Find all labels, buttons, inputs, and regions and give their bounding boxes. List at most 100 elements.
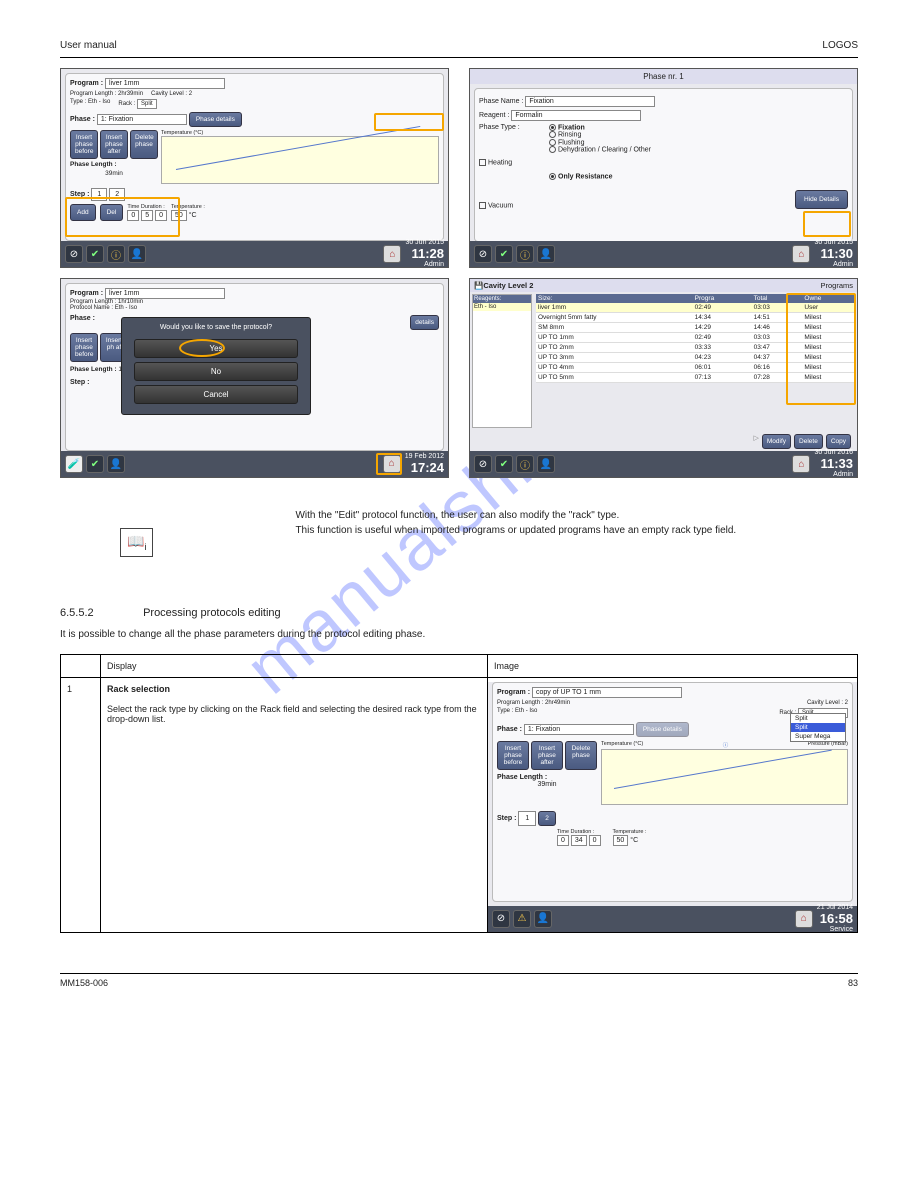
rack-opt-split[interactable]: Split xyxy=(791,714,845,723)
reagent-select[interactable]: Formalin xyxy=(511,110,641,121)
note-line-2: This function is useful when imported pr… xyxy=(295,523,736,538)
table-row[interactable]: UP TO 4mm06:0106:16Milest xyxy=(536,363,855,373)
col-owner[interactable]: Owne xyxy=(802,294,855,303)
delete-phase-button[interactable]: Delete phase xyxy=(130,130,158,159)
delete-phase-button[interactable]: Delete phase xyxy=(565,741,597,770)
insert-phase-after-button[interactable]: Insert phase after xyxy=(531,741,563,770)
user-icon[interactable]: 👤 xyxy=(107,455,125,473)
opt-dehydration: Dehydration / Clearing / Other xyxy=(558,146,651,153)
col-program[interactable]: Progra xyxy=(693,294,752,303)
info-icon[interactable]: ⓘ xyxy=(516,455,534,473)
programs-table: Size: Progra Total Owne liver 1mm02:4903… xyxy=(536,294,855,383)
home-icon[interactable]: ⌂ xyxy=(792,455,810,473)
phase-select[interactable]: 1: Fixation xyxy=(97,114,187,125)
header-left: User manual xyxy=(60,40,117,51)
dur-m[interactable]: 34 xyxy=(571,835,587,846)
heating-checkbox[interactable] xyxy=(479,159,486,166)
dur-s[interactable]: 0 xyxy=(589,835,601,846)
user-icon[interactable]: 👤 xyxy=(534,910,552,928)
step-label: Step : xyxy=(70,191,89,198)
radio-dehydration[interactable] xyxy=(549,146,556,153)
dur-s[interactable]: 0 xyxy=(155,210,167,221)
table-row[interactable]: UP TO 3mm04:2304:37Milest xyxy=(536,353,855,363)
dur-m[interactable]: 5 xyxy=(141,210,153,221)
cancel-icon[interactable]: ⊘ xyxy=(474,455,492,473)
rack-opt-split-sel[interactable]: Split xyxy=(791,723,845,732)
cavity-value: 2 xyxy=(189,91,192,97)
save-icon[interactable]: ✔ xyxy=(495,245,513,263)
reagent-eth-iso[interactable]: Eth - Iso xyxy=(473,303,531,311)
temp-input[interactable]: 50 xyxy=(171,210,187,221)
cavity-value: 2 xyxy=(845,700,848,706)
user-icon[interactable]: 👤 xyxy=(537,455,555,473)
cancel-icon[interactable]: ⊘ xyxy=(474,245,492,263)
table-row[interactable]: UP TO 1mm02:4903:03Milest xyxy=(536,333,855,343)
col-size[interactable]: Size: xyxy=(536,294,693,303)
program-name-input[interactable]: liver 1mm xyxy=(105,288,225,299)
user-icon[interactable]: 👤 xyxy=(537,245,555,263)
phase-details-button[interactable]: Phase details xyxy=(189,112,242,127)
cancel-icon[interactable]: ⊘ xyxy=(492,910,510,928)
vacuum-checkbox[interactable] xyxy=(479,202,486,209)
home-icon[interactable]: ⌂ xyxy=(383,455,401,473)
col-total[interactable]: Total xyxy=(752,294,803,303)
cavity-title: Cavity Level 2 xyxy=(483,281,533,290)
step-2-button[interactable]: 2 xyxy=(538,811,556,826)
save-icon[interactable]: ✔ xyxy=(86,245,104,263)
home-icon[interactable]: ⌂ xyxy=(383,245,401,263)
yes-button[interactable]: Yes xyxy=(134,339,298,358)
temp-input[interactable]: 50 xyxy=(613,835,629,846)
insert-phase-after-button[interactable]: Insert phase after xyxy=(100,130,128,159)
add-button[interactable]: Add xyxy=(70,204,96,221)
no-button[interactable]: No xyxy=(134,362,298,381)
info-icon[interactable]: ⓘ xyxy=(516,245,534,263)
program-name-input[interactable]: liver 1mm xyxy=(105,78,225,89)
phase-select[interactable]: 1: Fixation xyxy=(524,724,634,735)
modify-button[interactable]: Modify xyxy=(762,434,791,449)
cancel-button[interactable]: Cancel xyxy=(134,385,298,404)
programs-title: Programs xyxy=(820,281,853,290)
table-row[interactable]: UP TO 2mm03:3303:47Milest xyxy=(536,343,855,353)
table-row[interactable]: liver 1mm02:4903:03User xyxy=(536,303,855,313)
dur-h[interactable]: 0 xyxy=(557,835,569,846)
save-icon[interactable]: ✔ xyxy=(495,455,513,473)
radio-only-resistance[interactable] xyxy=(549,173,556,180)
rack-opt-super-mega[interactable]: Super Mega xyxy=(791,732,845,741)
program-label: Program : xyxy=(70,80,103,87)
delete-button[interactable]: Delete xyxy=(794,434,823,449)
home-icon[interactable]: ⌂ xyxy=(792,245,810,263)
nav-prev-icon[interactable]: ▷ xyxy=(753,434,758,449)
cup-icon[interactable]: 🧪 xyxy=(65,455,83,473)
cancel-icon[interactable]: ⊘ xyxy=(65,245,83,263)
table-row[interactable]: SM 8mm14:2914:46Milest xyxy=(536,323,855,333)
radio-rinsing[interactable] xyxy=(549,131,556,138)
alert-icon[interactable]: ⚠ xyxy=(513,910,531,928)
rack-dropdown-list[interactable]: Split Split Super Mega xyxy=(790,713,846,742)
user-icon[interactable]: 👤 xyxy=(128,245,146,263)
status-bar: 🧪 ✔ 👤 ⌂ 19 Feb 201217:24 xyxy=(61,451,448,477)
del-button[interactable]: Del xyxy=(100,204,124,221)
radio-flushing[interactable] xyxy=(549,139,556,146)
table-row[interactable]: Overnight 5mm fatty14:3414:51Milest xyxy=(536,313,855,323)
step-2-button[interactable]: 2 xyxy=(109,188,125,201)
table-row[interactable]: UP TO 5mm07:1307:28Milest xyxy=(536,373,855,383)
phase-details-button[interactable]: Phase details xyxy=(636,722,689,737)
save-icon[interactable]: ✔ xyxy=(86,455,104,473)
hide-details-button[interactable]: Hide Details xyxy=(795,190,848,209)
rack-value[interactable]: Split xyxy=(137,99,157,109)
step-1-button[interactable]: 1 xyxy=(518,811,536,826)
details-button[interactable]: details xyxy=(410,315,439,330)
screenshot-phase-details: Phase nr. 1 Phase Name : Fixation Reagen… xyxy=(469,68,858,268)
info-icon[interactable]: ⓘ xyxy=(107,245,125,263)
phase-name-input[interactable]: Fixation xyxy=(525,96,655,107)
sb-time: 11:33 xyxy=(814,457,853,471)
radio-fixation[interactable] xyxy=(549,124,556,131)
insert-phase-before-button[interactable]: Insert phase before xyxy=(497,741,529,770)
home-icon[interactable]: ⌂ xyxy=(795,910,813,928)
program-name-input[interactable]: copy of UP TO 1 mm xyxy=(532,687,682,698)
insert-phase-before-button[interactable]: Insert phase before xyxy=(70,130,98,159)
insert-phase-before-button[interactable]: Insert phase before xyxy=(70,333,98,362)
dur-h[interactable]: 0 xyxy=(127,210,139,221)
copy-button[interactable]: Copy xyxy=(826,434,851,449)
step-1-button[interactable]: 1 xyxy=(91,188,107,201)
